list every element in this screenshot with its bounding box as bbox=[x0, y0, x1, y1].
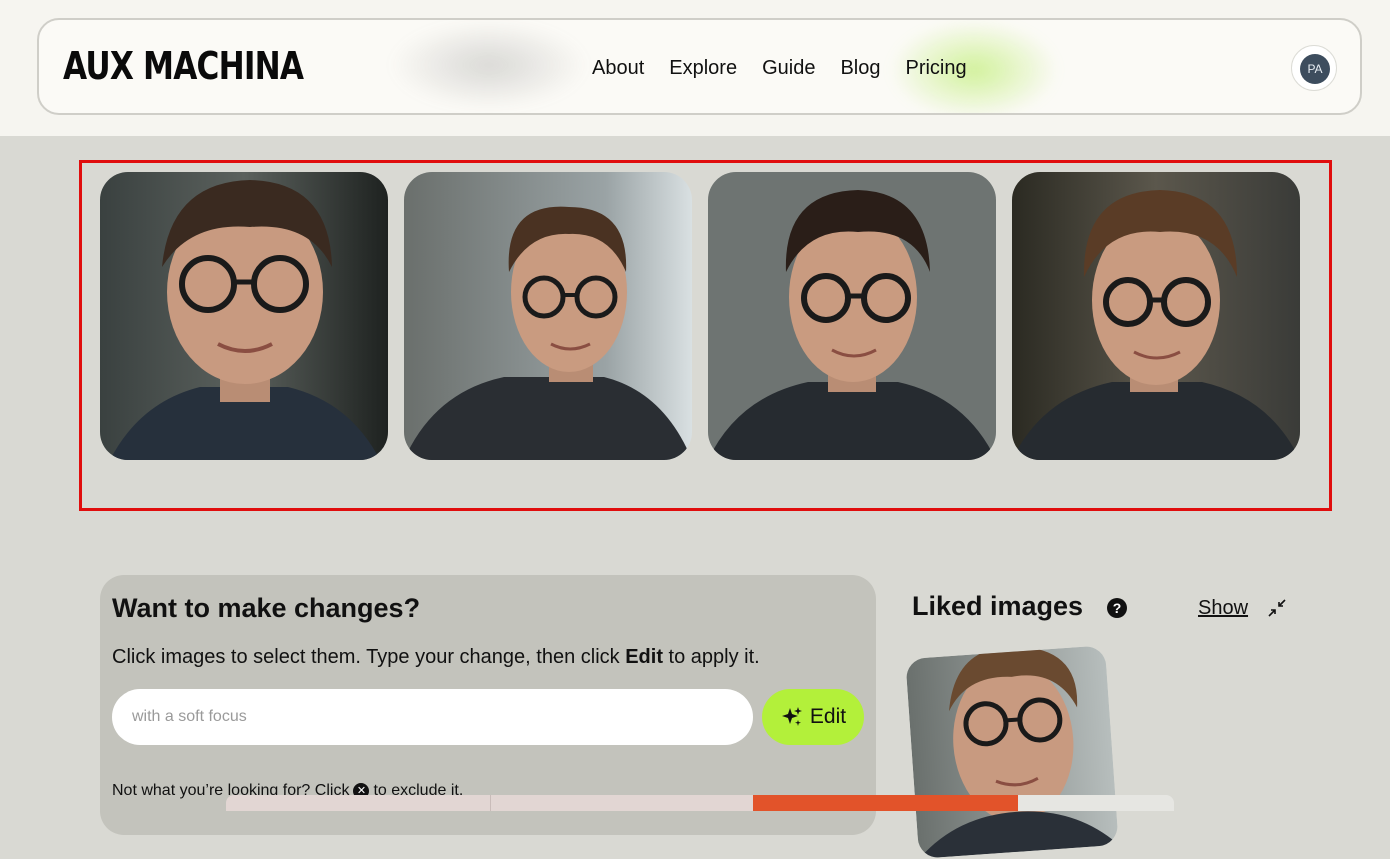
top-bar: AUX MACHINA About Explore Guide Blog Pri… bbox=[0, 0, 1390, 136]
strip-segment-4[interactable] bbox=[1018, 795, 1174, 811]
nav-blog[interactable]: Blog bbox=[840, 57, 880, 80]
edit-title: Want to make changes? bbox=[112, 593, 421, 623]
logo[interactable]: AUX MACHINA bbox=[63, 44, 304, 88]
nav-pricing[interactable]: Pricing bbox=[905, 57, 966, 80]
instruction-text: Click images to select them. Type your c… bbox=[112, 646, 626, 668]
strip-segment-1[interactable] bbox=[226, 795, 491, 811]
avatar: PA bbox=[1300, 54, 1330, 84]
collapse-icon[interactable] bbox=[1267, 598, 1287, 618]
liked-image-1[interactable] bbox=[905, 645, 1119, 859]
portrait-man-glasses-icon bbox=[905, 645, 1119, 859]
edit-button[interactable]: Edit bbox=[762, 689, 864, 745]
nav-explore[interactable]: Explore bbox=[669, 57, 737, 80]
edit-button-label: Edit bbox=[809, 705, 847, 728]
bottom-toolbar-strip bbox=[226, 795, 1174, 811]
nav-guide[interactable]: Guide bbox=[762, 57, 815, 80]
instruction-text-end: to apply it. bbox=[662, 646, 760, 668]
navbar: AUX MACHINA About Explore Guide Blog Pri… bbox=[37, 18, 1362, 115]
portrait-man-glasses-icon bbox=[708, 172, 996, 460]
decorative-blur bbox=[389, 20, 589, 110]
portrait-man-glasses-icon bbox=[404, 172, 692, 460]
instruction-bold: Edit bbox=[625, 646, 663, 668]
strip-segment-2[interactable] bbox=[490, 795, 754, 811]
sparkle-icon bbox=[781, 707, 802, 726]
edit-prompt-input[interactable] bbox=[112, 689, 753, 745]
gallery-image-2[interactable] bbox=[404, 172, 692, 460]
gallery-image-1[interactable] bbox=[100, 172, 388, 460]
edit-instructions: Click images to select them. Type your c… bbox=[112, 646, 760, 669]
liked-images-title: Liked images bbox=[912, 591, 1084, 621]
gallery-image-3[interactable] bbox=[708, 172, 996, 460]
portrait-man-glasses-icon bbox=[1012, 172, 1300, 460]
gallery-image-4[interactable] bbox=[1012, 172, 1300, 460]
nav-about[interactable]: About bbox=[592, 57, 644, 80]
show-liked-link[interactable]: Show bbox=[1198, 597, 1248, 620]
portrait-man-glasses-icon bbox=[100, 172, 388, 460]
avatar-button[interactable]: PA bbox=[1291, 45, 1337, 91]
strip-segment-3[interactable] bbox=[753, 795, 1019, 811]
help-icon[interactable]: ? bbox=[1107, 598, 1127, 618]
nav-links: About Explore Guide Blog Pricing bbox=[592, 57, 967, 80]
